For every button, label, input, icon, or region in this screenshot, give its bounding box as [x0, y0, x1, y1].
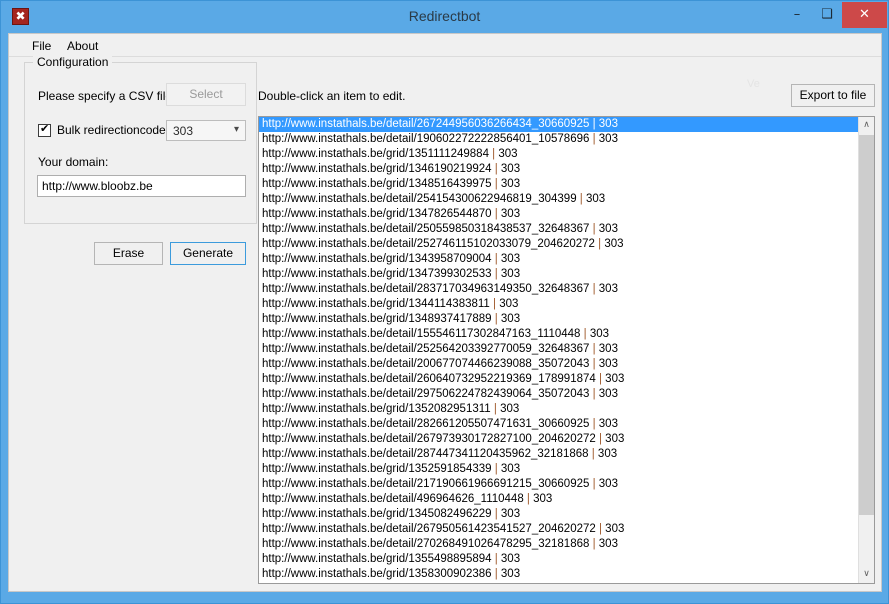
- list-item[interactable]: http://www.instathals.be/detail/25256420…: [259, 342, 859, 357]
- client-area: File About Configuration Please specify …: [8, 33, 882, 592]
- edit-hint-label: Double-click an item to edit.: [258, 89, 406, 103]
- list-item[interactable]: http://www.instathals.be/detail/26064073…: [259, 372, 859, 387]
- application-window: ✖ Redirectbot – ❑ ✕ File About Configura…: [0, 0, 889, 604]
- generate-button[interactable]: Generate: [170, 242, 246, 265]
- configuration-group: Configuration Please specify a CSV file …: [24, 55, 257, 224]
- list-item[interactable]: http://www.instathals.be/grid/1345082496…: [259, 507, 859, 522]
- menu-item-about[interactable]: About: [61, 37, 104, 55]
- list-item[interactable]: http://www.instathals.be/detail/25415430…: [259, 192, 859, 207]
- list-item[interactable]: http://www.instathals.be/detail/25868131…: [259, 582, 859, 583]
- scroll-up-icon[interactable]: ∧: [859, 117, 874, 134]
- list-item[interactable]: http://www.instathals.be/grid/1348516439…: [259, 177, 859, 192]
- list-item[interactable]: http://www.instathals.be/detail/49696462…: [259, 492, 859, 507]
- menu-bar: File About: [9, 34, 881, 57]
- list-item[interactable]: http://www.instathals.be/grid/1351111249…: [259, 147, 859, 162]
- list-item[interactable]: http://www.instathals.be/detail/21719066…: [259, 477, 859, 492]
- chevron-down-icon: ▾: [233, 124, 239, 135]
- scrollbar-thumb[interactable]: [859, 135, 874, 515]
- list-item[interactable]: http://www.instathals.be/grid/1344114383…: [259, 297, 859, 312]
- configuration-legend: Configuration: [33, 55, 113, 69]
- list-item[interactable]: http://www.instathals.be/detail/28266120…: [259, 417, 859, 432]
- export-to-file-button[interactable]: Export to file: [791, 84, 875, 107]
- ghost-label: Ve: [747, 78, 760, 90]
- bulk-redirection-label: Bulk redirectioncode:: [57, 123, 170, 137]
- csv-file-label: Please specify a CSV file: [38, 89, 173, 103]
- list-item[interactable]: http://www.instathals.be/detail/15554611…: [259, 327, 859, 342]
- list-item[interactable]: http://www.instathals.be/detail/25055985…: [259, 222, 859, 237]
- list-item[interactable]: http://www.instathals.be/detail/19060227…: [259, 132, 859, 147]
- close-button[interactable]: ✕: [842, 2, 887, 28]
- list-item[interactable]: http://www.instathals.be/detail/20067707…: [259, 357, 859, 372]
- list-item[interactable]: http://www.instathals.be/grid/1347826544…: [259, 207, 859, 222]
- list-item[interactable]: http://www.instathals.be/grid/1343958709…: [259, 252, 859, 267]
- list-item[interactable]: http://www.instathals.be/grid/1352591854…: [259, 462, 859, 477]
- bulk-redirection-checkbox[interactable]: [38, 122, 51, 137]
- list-item[interactable]: http://www.instathals.be/grid/1358300902…: [259, 567, 859, 582]
- title-bar: ✖ Redirectbot – ❑ ✕: [1, 1, 888, 33]
- list-item[interactable]: http://www.instathals.be/detail/26724495…: [259, 117, 859, 132]
- list-item[interactable]: http://www.instathals.be/detail/26797393…: [259, 432, 859, 447]
- erase-button[interactable]: Erase: [94, 242, 163, 265]
- redirection-code-dropdown[interactable]: 303 ▾: [166, 120, 246, 141]
- list-item[interactable]: http://www.instathals.be/detail/29750622…: [259, 387, 859, 402]
- menu-item-file[interactable]: File: [26, 37, 57, 55]
- window-title: Redirectbot: [408, 8, 481, 24]
- redirect-list[interactable]: http://www.instathals.be/detail/26724495…: [258, 116, 875, 584]
- list-item[interactable]: http://www.instathals.be/detail/28371703…: [259, 282, 859, 297]
- domain-label: Your domain:: [38, 155, 109, 169]
- list-item[interactable]: http://www.instathals.be/grid/1347399302…: [259, 267, 859, 282]
- list-item[interactable]: http://www.instathals.be/grid/1355498895…: [259, 552, 859, 567]
- select-csv-button[interactable]: Select: [166, 83, 246, 106]
- list-item[interactable]: http://www.instathals.be/detail/25274611…: [259, 237, 859, 252]
- vertical-scrollbar[interactable]: ∧ ∨: [858, 117, 874, 583]
- list-item[interactable]: http://www.instathals.be/grid/1346190219…: [259, 162, 859, 177]
- list-item[interactable]: http://www.instathals.be/detail/27026849…: [259, 537, 859, 552]
- list-item[interactable]: http://www.instathals.be/grid/1348937417…: [259, 312, 859, 327]
- redirect-list-items: http://www.instathals.be/detail/26724495…: [259, 117, 859, 583]
- scroll-down-icon[interactable]: ∨: [859, 566, 874, 583]
- redirection-code-value: 303: [173, 124, 194, 138]
- minimize-button[interactable]: –: [782, 2, 812, 28]
- domain-input[interactable]: [37, 175, 246, 197]
- list-item[interactable]: http://www.instathals.be/grid/1352082951…: [259, 402, 859, 417]
- list-item[interactable]: http://www.instathals.be/detail/26795056…: [259, 522, 859, 537]
- maximize-button[interactable]: ❑: [812, 2, 842, 28]
- list-item[interactable]: http://www.instathals.be/detail/28744734…: [259, 447, 859, 462]
